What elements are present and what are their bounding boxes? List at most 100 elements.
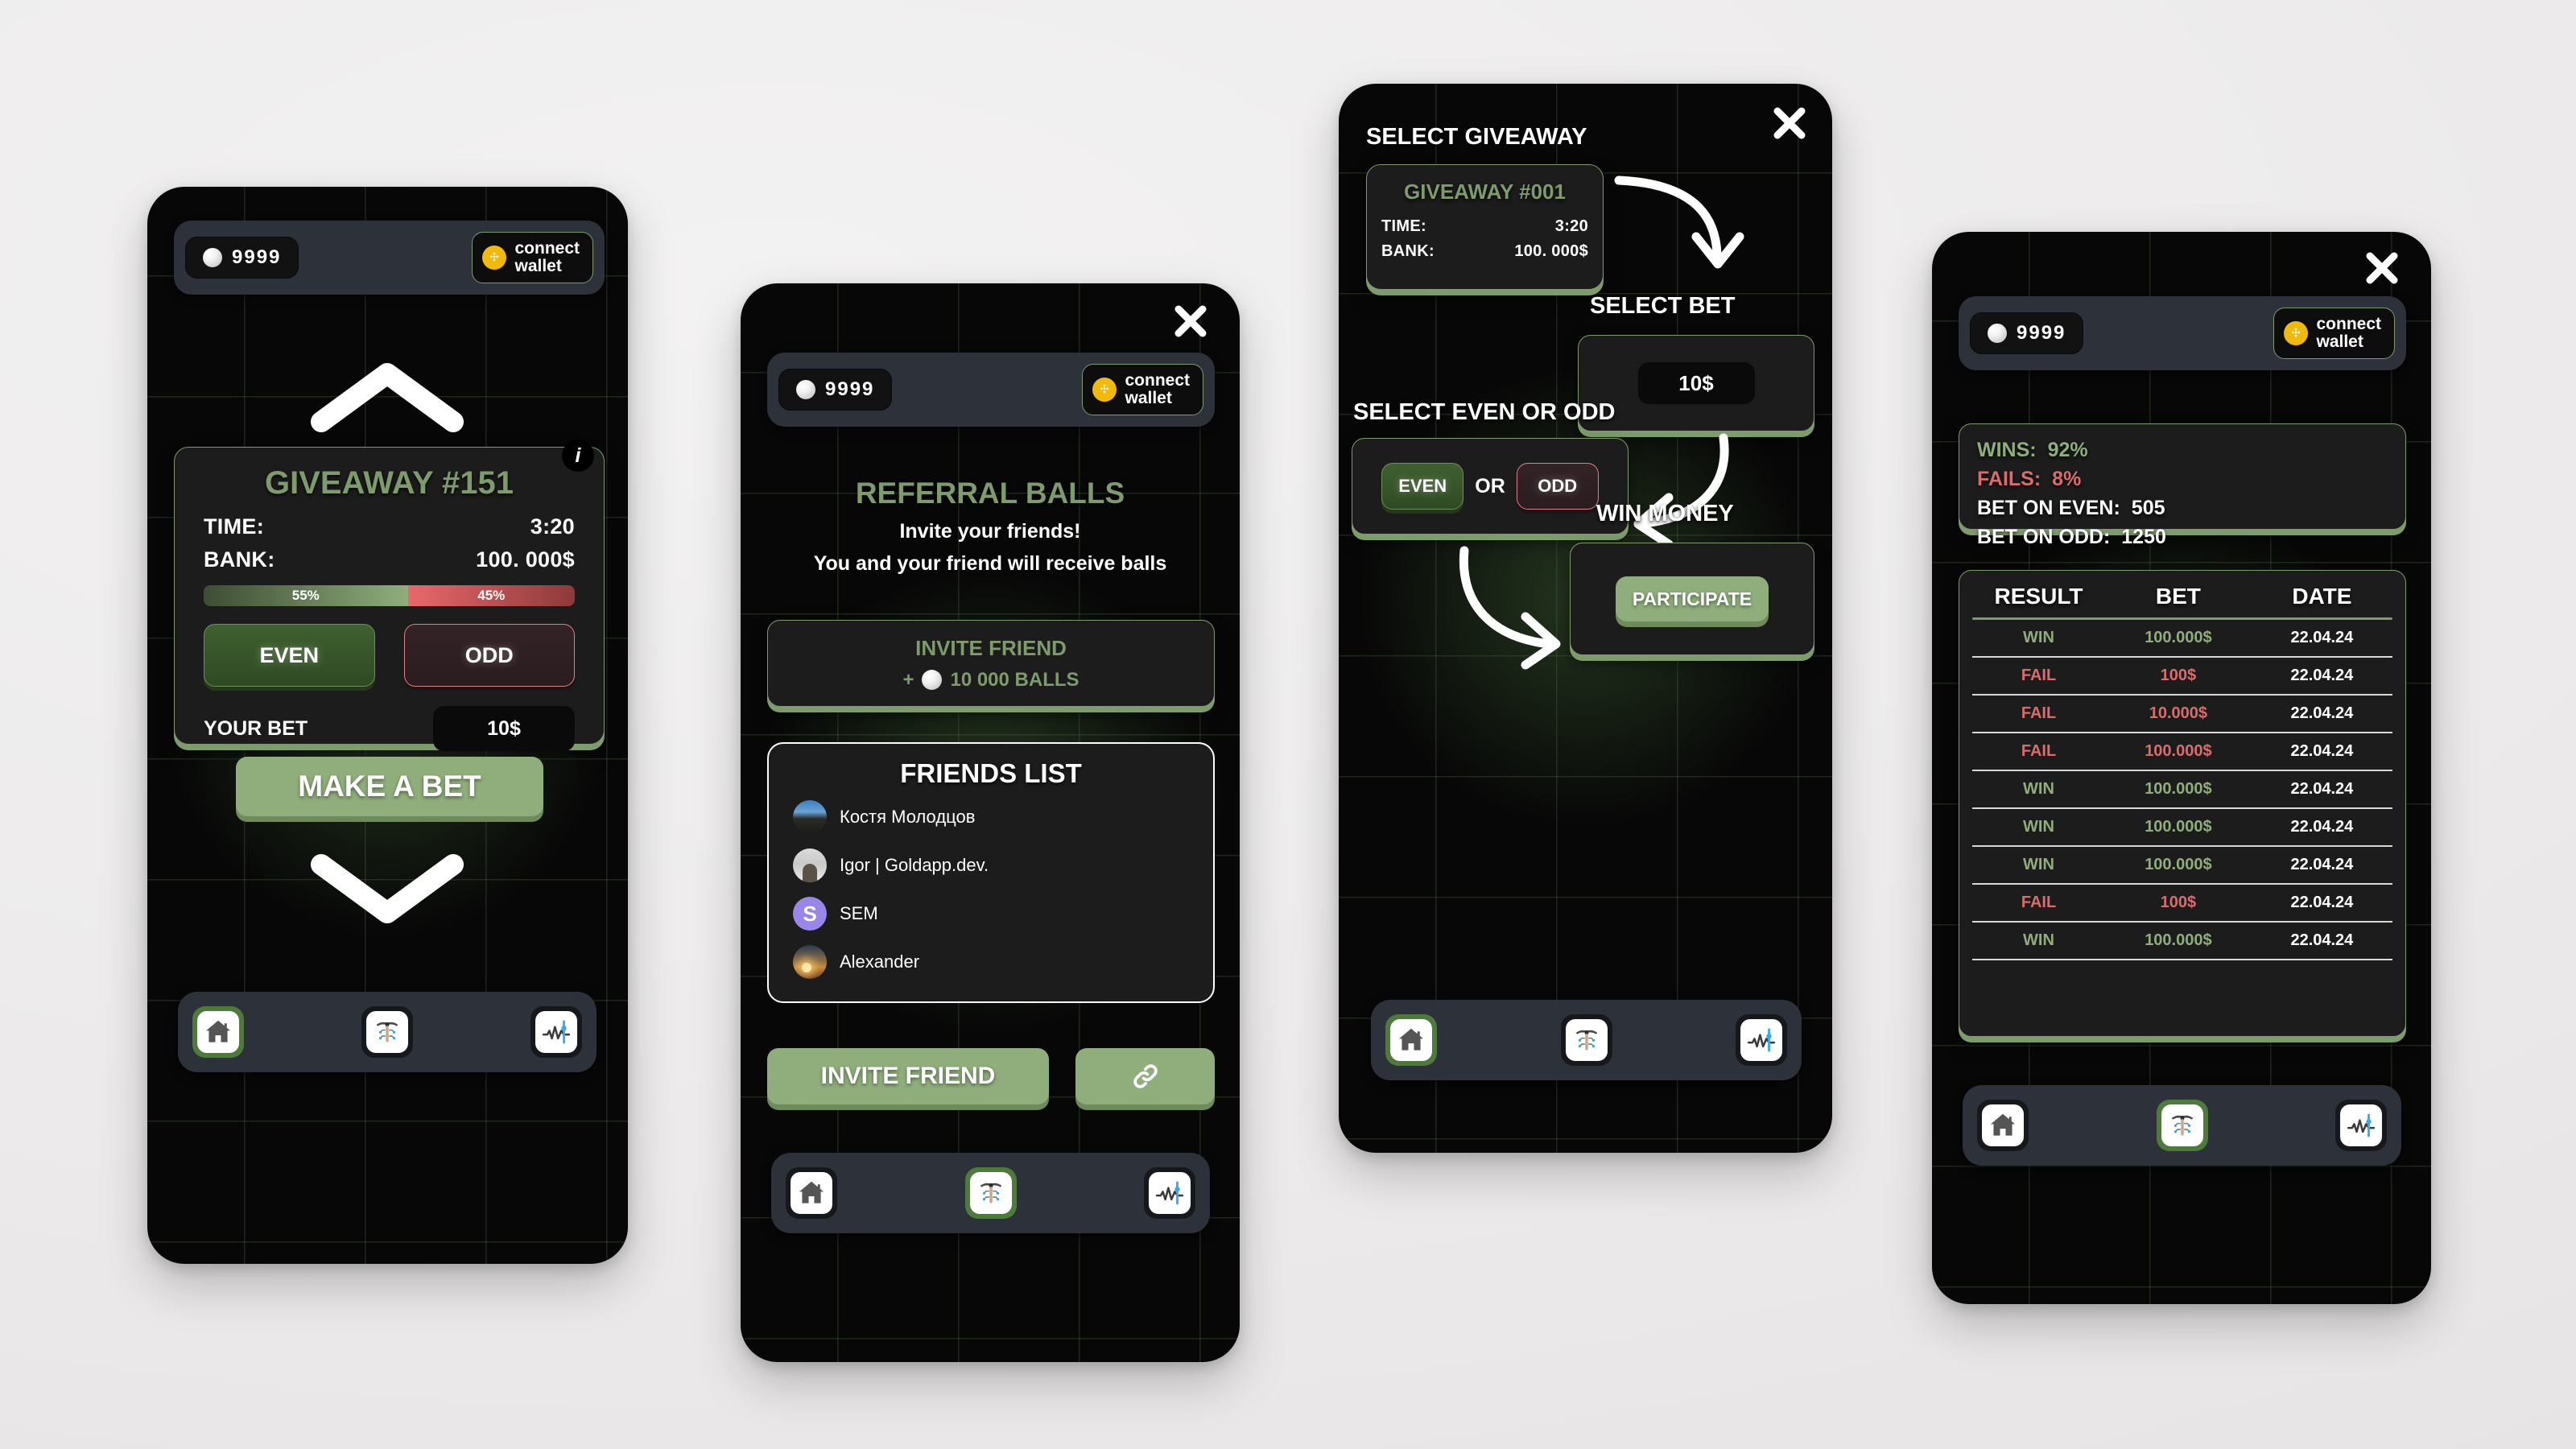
sidebar-item-mining[interactable]: [1560, 1014, 1612, 1066]
info-letter: i: [575, 444, 581, 467]
list-item[interactable]: Костя Молодцов: [793, 800, 1195, 834]
balance-value: 9999: [825, 378, 875, 400]
giveaway-card: i GIVEAWAY #151 TIME: 3:20 BANK: 100. 00…: [174, 440, 605, 751]
phone-screen-home: 9999 connect wallet i GIVEAWAY #151 TIME…: [147, 187, 628, 1264]
bet-on-even-label: BET ON EVEN:: [1977, 497, 2120, 519]
scroll-up-chevron[interactable]: [310, 361, 464, 433]
row-divider: [1972, 770, 2392, 771]
connect-wallet-button[interactable]: connect wallet: [1082, 363, 1203, 416]
close-icon[interactable]: [1771, 105, 1808, 142]
even-button[interactable]: EVEN: [204, 624, 375, 687]
wins-value: 92%: [2047, 439, 2088, 461]
odd-percent: 45%: [407, 585, 575, 606]
sidebar-item-mining[interactable]: [2156, 1100, 2208, 1151]
home-icon: [791, 1172, 832, 1214]
connect-wallet-button[interactable]: connect wallet: [472, 231, 593, 284]
sunset-photo-avatar: [793, 945, 827, 979]
wallet-line-2: wallet: [514, 257, 562, 275]
close-icon[interactable]: [1172, 303, 1209, 340]
copy-link-button[interactable]: [1075, 1048, 1215, 1104]
or-label: OR: [1475, 474, 1505, 497]
sidebar-item-home[interactable]: [1385, 1014, 1437, 1066]
stat-row-bet-odd: BET ON ODD: 1250: [1977, 526, 2388, 549]
connect-wallet-button[interactable]: connect wallet: [2273, 307, 2395, 360]
reward-amount: 10 000 BALLS: [950, 668, 1080, 691]
invite-reward-card[interactable]: INVITE FRIEND + 10 000 BALLS: [767, 620, 1215, 707]
make-a-bet-button[interactable]: MAKE A BET: [236, 757, 543, 816]
letter-avatar-s: S: [793, 897, 827, 931]
chart-pulse-icon: [535, 1011, 577, 1053]
giveaway-title: GIVEAWAY #001: [1404, 180, 1566, 204]
stat-row-wins: WINS: 92%: [1977, 439, 2388, 462]
participate-card: PARTICIPATE: [1570, 543, 1814, 655]
row-divider: [1972, 656, 2392, 658]
binance-coin-icon: [1092, 378, 1117, 402]
bet-on-odd-label: BET ON ODD:: [1977, 526, 2111, 548]
list-item[interactable]: S SEM: [793, 897, 1195, 931]
sidebar-item-home[interactable]: [192, 1006, 244, 1058]
wallet-line-2: wallet: [2316, 332, 2363, 351]
sidebar-item-stats[interactable]: [1736, 1014, 1787, 1066]
stat-row-bet-even: BET ON EVEN: 505: [1977, 497, 2388, 520]
time-value: 3:20: [530, 514, 575, 539]
table-row: FAIL 100$ 22.04.24: [1972, 885, 2392, 921]
even-percent: 55%: [204, 585, 408, 606]
list-item[interactable]: Igor | Goldapp.dev.: [793, 848, 1195, 882]
ball-token-icon: [796, 380, 815, 399]
cell-date: 22.04.24: [2290, 894, 2354, 911]
bet-on-even-value: 505: [2131, 497, 2165, 519]
sidebar-item-stats[interactable]: [1144, 1167, 1195, 1219]
balance-pill[interactable]: 9999: [778, 369, 893, 411]
page-title: REFERRAL BALLS: [855, 477, 1125, 510]
top-bar: 9999 connect wallet: [174, 221, 605, 295]
cell-date: 22.04.24: [2290, 931, 2354, 949]
sidebar-item-mining[interactable]: [964, 1167, 1017, 1219]
win-money-label: WIN MONEY: [1596, 501, 1734, 526]
sidebar-item-stats[interactable]: [2335, 1100, 2387, 1151]
cell-result: WIN: [2023, 856, 2054, 873]
sidebar-item-home[interactable]: [786, 1167, 837, 1219]
odd-button[interactable]: ODD: [403, 624, 575, 687]
sidebar-item-stats[interactable]: [530, 1006, 582, 1058]
column-header-date: DATE: [2292, 584, 2352, 609]
cell-date: 22.04.24: [2290, 742, 2354, 760]
ball-token-icon: [1988, 324, 2007, 343]
cell-result: FAIL: [2021, 704, 2057, 722]
scroll-down-chevron[interactable]: [310, 852, 464, 924]
portrait-photo-avatar: [793, 848, 827, 882]
cell-result: WIN: [2023, 629, 2054, 646]
list-item[interactable]: Alexander: [793, 945, 1195, 979]
cell-result: WIN: [2023, 780, 2054, 798]
bet-amount-field[interactable]: 10$: [1637, 362, 1755, 404]
cell-bet: 100.000$: [2145, 780, 2212, 798]
time-value: 3:20: [1554, 217, 1588, 235]
row-divider: [1972, 845, 2392, 847]
chart-pulse-icon: [2340, 1104, 2382, 1146]
invite-friend-button[interactable]: INVITE FRIEND: [767, 1048, 1049, 1104]
wallet-line-2: wallet: [1125, 389, 1172, 407]
cell-bet: 100.000$: [2145, 629, 2212, 646]
giveaway-option-card[interactable]: GIVEAWAY #001 TIME: 3:20 BANK: 100. 000$: [1366, 164, 1604, 290]
ball-token-icon: [922, 670, 943, 690]
odd-button[interactable]: ODD: [1516, 463, 1599, 510]
cell-bet: 100$: [2160, 894, 2197, 911]
balance-pill[interactable]: 9999: [1970, 312, 2084, 354]
table-header-row: RESULT BET DATE: [1972, 580, 2392, 617]
pickaxe-circuit-icon: [366, 1011, 408, 1053]
info-icon[interactable]: i: [562, 440, 594, 472]
row-divider: [1972, 959, 2392, 960]
balance-pill[interactable]: 9999: [185, 237, 299, 279]
participate-button[interactable]: PARTICIPATE: [1616, 576, 1769, 621]
top-bar: 9999 connect wallet: [767, 353, 1215, 427]
sidebar-item-mining[interactable]: [361, 1006, 413, 1058]
cell-bet: 100.000$: [2145, 856, 2212, 873]
close-icon[interactable]: [2363, 250, 2401, 287]
sidebar-item-home[interactable]: [1977, 1100, 2029, 1151]
bet-amount-field[interactable]: 10$: [433, 706, 575, 751]
fails-label: FAILS:: [1977, 468, 2041, 490]
bank-row: BANK: 100. 000$: [204, 547, 575, 572]
even-button[interactable]: EVEN: [1381, 463, 1464, 510]
time-row: TIME: 3:20: [1381, 217, 1588, 236]
column-header-result: RESULT: [1994, 584, 2083, 609]
plus-sign: +: [902, 668, 914, 691]
